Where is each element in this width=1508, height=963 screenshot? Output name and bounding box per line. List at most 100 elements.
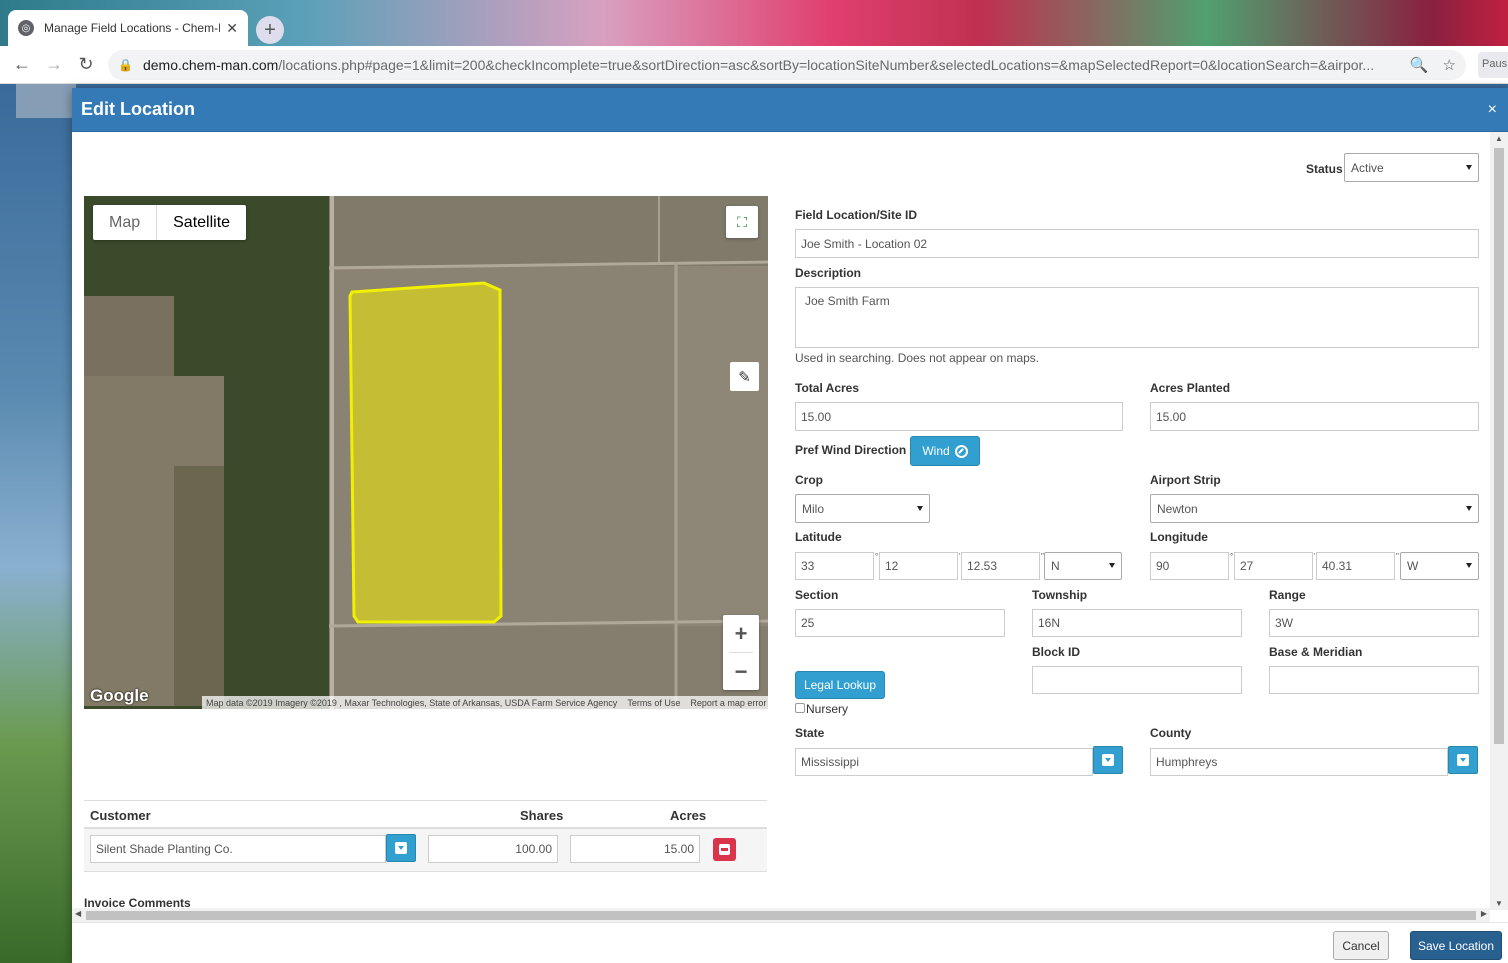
fullscreen-icon[interactable]: ⛶ [726,206,758,238]
forward-icon[interactable]: → [38,54,70,75]
county-input[interactable]: Humphreys [1150,748,1448,776]
attribution-text: Map data ©2019 Imagery ©2019 , Maxar Tec… [206,697,618,708]
chevron-down-icon [1466,563,1472,568]
longitude-direction-value: W [1407,559,1419,573]
new-tab-button[interactable]: + [256,16,284,44]
status-select[interactable]: Active [1344,153,1479,182]
customer-table: Customer Shares Acres Silent Shade Plant… [84,800,767,872]
back-icon[interactable]: ← [6,54,38,75]
close-tab-icon[interactable]: ✕ [226,20,238,37]
longitude-degrees-input[interactable]: 90 [1150,552,1229,580]
modal-title: Edit Location [81,99,195,119]
profile-button[interactable]: Paus [1478,52,1508,78]
state-dropdown-button[interactable] [1093,746,1123,774]
longitude-minutes-input[interactable]: 27 [1234,552,1313,580]
site-id-input[interactable]: Joe Smith - Location 02 [795,229,1479,258]
state-input[interactable]: Mississippi [795,748,1093,776]
chevron-down-icon [1466,505,1472,511]
horizontal-scrollbar[interactable]: ◀ ▶ [72,908,1490,922]
zoom-icon[interactable]: 🔍 [1410,56,1429,74]
degree-symbol: ° [875,552,879,561]
chevron-down-icon [1466,164,1472,170]
remove-customer-button[interactable] [713,838,736,861]
township-input[interactable]: 16N [1032,609,1242,637]
description-textarea[interactable]: Joe Smith Farm [795,287,1479,348]
county-dropdown-button[interactable] [1448,746,1478,774]
scroll-left-icon[interactable]: ◀ [75,909,81,918]
status-label: Status [1306,162,1343,176]
address-bar-row: ← → ↻ 🔒 demo.chem-man.com/locations.php#… [0,46,1508,84]
legal-lookup-button[interactable]: Legal Lookup [795,671,885,699]
vertical-scrollbar[interactable]: ▲ ▼ [1490,132,1508,910]
description-label: Description [795,266,862,280]
crop-select[interactable]: Milo [795,494,930,523]
latitude-minutes-input[interactable]: 12 [879,552,958,580]
bookmark-star-icon[interactable]: ☆ [1443,56,1456,74]
zoom-control: + − [723,615,759,690]
map-attribution: Map data ©2019 Imagery ©2019 , Maxar Tec… [202,696,768,709]
block-id-input[interactable] [1032,666,1242,694]
crop-value: Milo [802,501,825,516]
field-boundary-polygon[interactable] [348,281,503,624]
longitude-label: Longitude [1150,530,1208,544]
acres-planted-input[interactable]: 15.00 [1150,402,1479,431]
wind-button[interactable]: Wind [910,436,980,466]
url-bar[interactable]: 🔒 demo.chem-man.com/locations.php#page=1… [108,50,1466,80]
column-header-customer: Customer [90,808,151,823]
state-label: State [795,726,825,740]
terms-link[interactable]: Terms of Use [627,698,680,708]
scroll-right-icon[interactable]: ▶ [1481,909,1487,918]
customer-dropdown-button[interactable] [386,834,416,862]
airport-strip-select[interactable]: Newton [1150,494,1479,523]
wind-button-label: Wind [922,444,950,458]
modal-header: Edit Location × [72,88,1508,132]
nursery-checkbox[interactable] [795,703,805,713]
base-meridian-label: Base & Meridian [1269,645,1363,659]
airport-strip-label: Airport Strip [1150,473,1221,487]
airport-value: Newton [1157,501,1198,516]
satellite-map[interactable]: Map Satellite ⛶ ✎ + − Google Map data ©2… [84,196,768,709]
field-patch [174,466,224,706]
browser-tab-strip: ◎ Manage Field Locations - Chem-Man ✕ + [0,0,1508,46]
map-type-satellite-button[interactable]: Satellite [157,205,246,240]
total-acres-label: Total Acres [795,381,860,395]
site-id-label: Field Location/Site ID [795,208,918,222]
save-location-button[interactable]: Save Location [1410,931,1502,960]
latitude-degrees-input[interactable]: 33 [795,552,874,580]
cancel-button[interactable]: Cancel [1333,931,1389,960]
latitude-label: Latitude [795,530,842,544]
zoom-out-button[interactable]: − [723,653,759,690]
shares-input[interactable]: 100.00 [428,835,558,863]
section-input[interactable]: 25 [795,609,1005,637]
base-meridian-input[interactable] [1269,666,1479,694]
zoom-in-button[interactable]: + [723,615,759,652]
scroll-thumb[interactable] [86,911,1476,920]
wind-direction-label: Pref Wind Direction [795,443,907,457]
background-header-block [16,84,76,118]
scroll-up-icon[interactable]: ▲ [1495,134,1503,143]
customer-input[interactable]: Silent Shade Planting Co. [90,835,386,863]
column-header-acres: Acres [670,808,707,823]
crop-label: Crop [795,473,823,487]
browser-tab[interactable]: ◎ Manage Field Locations - Chem-Man ✕ [8,10,248,46]
url-text: demo.chem-man.com/locations.php#page=1&l… [142,57,1375,73]
pencil-icon[interactable]: ✎ [730,362,759,391]
table-row: Silent Shade Planting Co. 100.00 15.00 [84,829,767,872]
longitude-seconds-input[interactable]: 40.31 [1316,552,1395,580]
reload-icon[interactable]: ↻ [70,54,102,75]
modal-close-icon[interactable]: × [1488,101,1497,119]
latitude-direction-value: N [1051,559,1060,573]
google-logo: Google [90,686,149,705]
scroll-thumb[interactable] [1494,148,1504,744]
latitude-seconds-input[interactable]: 12.53 [961,552,1040,580]
longitude-direction-select[interactable]: W [1400,552,1479,580]
report-error-link[interactable]: Report a map error [690,698,766,708]
scroll-down-icon[interactable]: ▼ [1495,899,1503,908]
latitude-direction-select[interactable]: N [1044,552,1122,580]
range-input[interactable]: 3W [1269,609,1479,637]
acres-input[interactable]: 15.00 [570,835,700,863]
total-acres-input[interactable]: 15.00 [795,402,1123,431]
field-patch [84,296,174,376]
county-label: County [1150,726,1192,740]
map-type-map-button[interactable]: Map [93,205,158,240]
